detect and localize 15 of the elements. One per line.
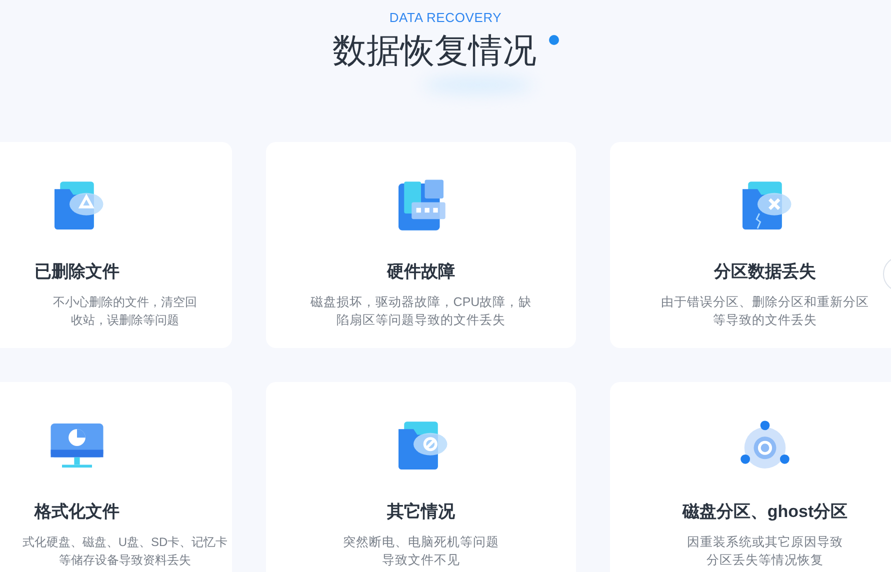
section-title: 数据恢复情况 (332, 31, 536, 72)
card-title: 已删除文件 (34, 261, 120, 283)
card-description: 不小心删除的文件，清空回 收站，误删除等问题 (53, 294, 197, 329)
card-title: 磁盘分区、ghost分区 (682, 501, 848, 523)
card-title: 其它情况 (387, 501, 455, 523)
section-eyebrow: DATA RECOVERY (389, 10, 502, 25)
card-description: 突然断电、电脑死机等问题 导致文件不见 (343, 534, 499, 569)
accent-dot (548, 35, 558, 45)
card-title: 格式化文件 (34, 501, 120, 523)
card-title: 分区数据丢失 (714, 261, 816, 283)
card-description: 因重装系统或其它原因导致 分区丢失等情况恢复 (687, 534, 843, 569)
card-description: 磁盘损坏，驱动器故障，CPU故障，缺 陷扇区等问题导致的文件丢失 (310, 294, 532, 329)
card-description: 由于错误分区、删除分区和重新分区 等导致的文件丢失 (661, 294, 869, 329)
card-title: 硬件故障 (387, 261, 455, 283)
card-description: 式化硬盘、磁盘、U盘、SD卡、记忆卡 等储存设备导致资料丢失 (22, 534, 228, 569)
